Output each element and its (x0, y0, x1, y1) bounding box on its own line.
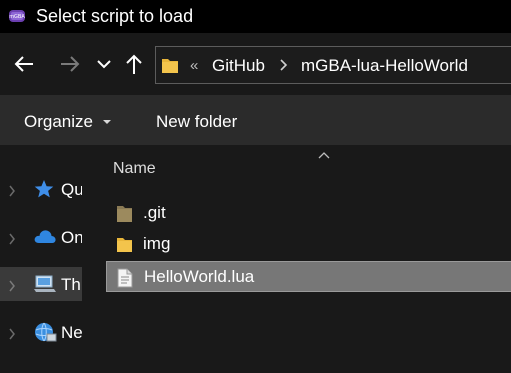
address-overflow[interactable]: « (190, 56, 198, 76)
sidebar-item-label: On (61, 228, 82, 247)
star-icon (33, 179, 55, 204)
chevron-right-icon[interactable] (278, 58, 288, 77)
file-name: .git (143, 203, 166, 222)
command-bar: Organize New folder (0, 95, 511, 145)
file-row-helloworld-lua[interactable]: HelloWorld.lua (106, 261, 511, 292)
sidebar-item-this-pc[interactable]: Th (0, 267, 82, 301)
file-row-git[interactable]: .git (106, 198, 511, 229)
sidebar-item-label: Ne (61, 323, 82, 342)
forward-button[interactable] (58, 52, 82, 76)
file-row-img[interactable]: img (106, 229, 511, 260)
arrow-right-icon (61, 56, 80, 72)
cloud-icon (33, 227, 57, 250)
file-icon (117, 268, 133, 293)
network-icon (33, 322, 57, 349)
navigation-pane: Qu On Th Ne (0, 145, 82, 373)
sidebar-item-label: Qu (61, 180, 82, 199)
up-button[interactable] (122, 52, 146, 76)
sidebar-item-onedrive[interactable]: On (0, 220, 82, 254)
arrow-up-icon (126, 54, 142, 74)
chevron-right-icon[interactable] (8, 232, 16, 250)
address-segment-mgba-lua-helloworld[interactable]: mGBA-lua-HelloWorld (301, 56, 468, 76)
address-bar[interactable]: « GitHub mGBA-lua-HelloWorld (155, 46, 511, 84)
mgba-app-icon: mGBA (8, 7, 26, 25)
chevron-down-icon (97, 60, 111, 69)
sidebar-item-quick-access[interactable]: Qu (0, 172, 82, 206)
file-list: Name .git img HelloWorld.lua (82, 145, 511, 373)
caret-down-icon[interactable] (103, 120, 111, 124)
chevron-right-icon[interactable] (8, 327, 16, 345)
chevron-right-icon[interactable] (8, 279, 16, 297)
hidden-folder-icon (116, 204, 134, 229)
organize-button[interactable]: Organize (24, 112, 93, 132)
file-name: HelloWorld.lua (144, 267, 255, 286)
title-bar: mGBA Select script to load (0, 0, 511, 33)
sidebar-item-network[interactable]: Ne (0, 315, 82, 349)
navigation-bar: « GitHub mGBA-lua-HelloWorld (0, 33, 511, 95)
column-header-name[interactable]: Name (113, 159, 156, 179)
computer-icon (33, 274, 57, 299)
folder-icon (161, 55, 179, 80)
sidebar-item-label: Th (61, 275, 81, 294)
file-name: img (143, 234, 171, 253)
svg-text:mGBA: mGBA (9, 14, 25, 20)
arrow-left-icon (14, 56, 33, 72)
recent-locations-button[interactable] (92, 52, 116, 76)
back-button[interactable] (12, 52, 36, 76)
window-title: Select script to load (36, 6, 194, 26)
chevron-right-icon[interactable] (8, 184, 16, 202)
sort-ascending-icon[interactable] (318, 146, 330, 164)
folder-icon (116, 235, 134, 260)
new-folder-button[interactable]: New folder (156, 112, 237, 132)
address-segment-github[interactable]: GitHub (212, 56, 265, 76)
